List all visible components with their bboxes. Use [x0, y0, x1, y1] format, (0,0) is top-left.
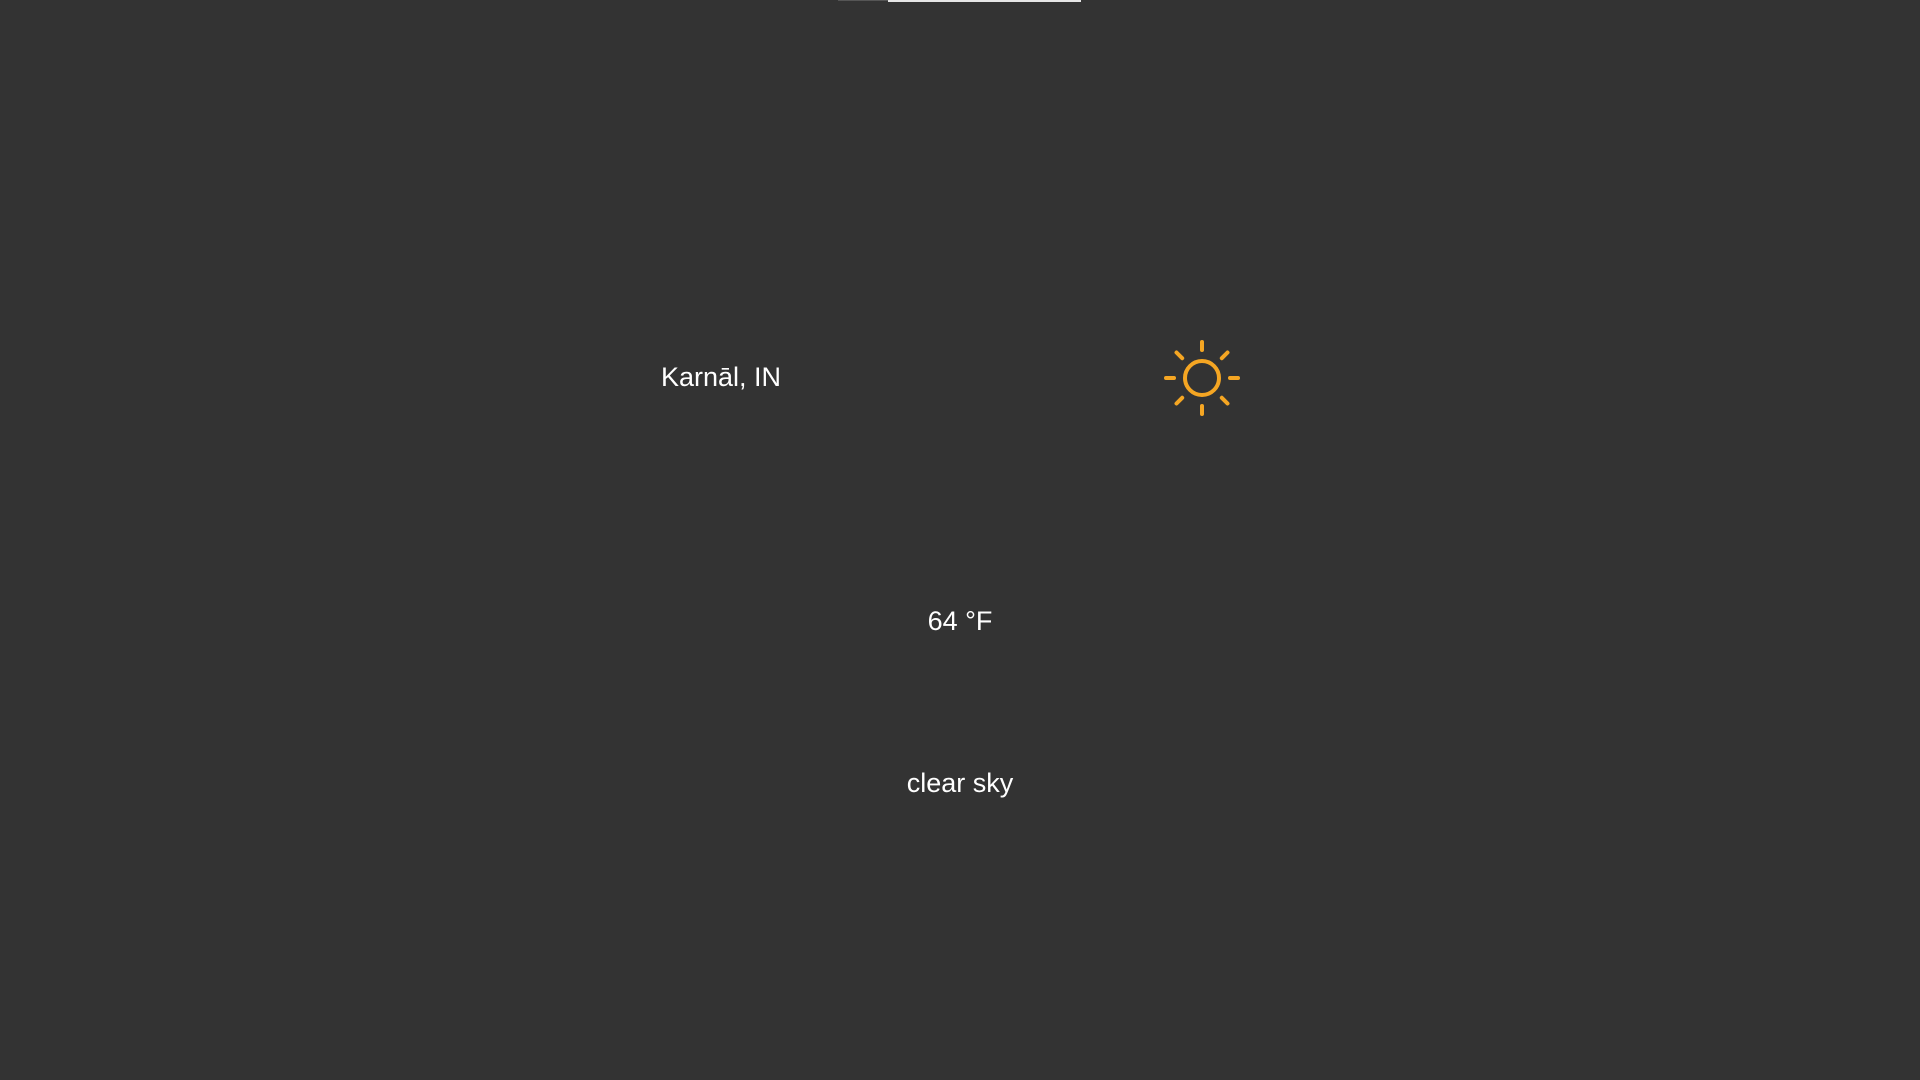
top-bar-divider: [888, 0, 1081, 2]
weather-description: clear sky: [906, 768, 1014, 798]
sun-icon: [1160, 336, 1244, 420]
weather-app: Karnāl, IN 64 °F clear sky: [0, 0, 1920, 1080]
location-label: Karnāl, IN: [661, 362, 782, 392]
top-bar-divider-dim: [838, 0, 888, 1]
temperature-value: 64 °F: [927, 606, 993, 636]
